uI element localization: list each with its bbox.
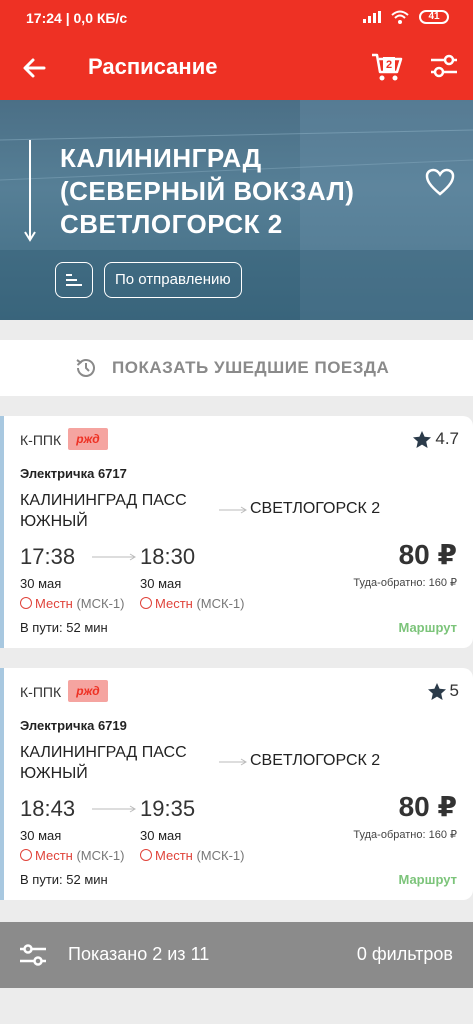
arrival-date: 30 мая [140,828,182,843]
rating-value: 5 [449,681,459,700]
arrival-timezone: Местн (МСК-1) [140,848,244,863]
from-station: КАЛИНИНГРАД ПАСС ЮЖНЫЙ [20,744,187,782]
filter-summary-bar[interactable]: Показано 2 из 11 0 фильтров [0,922,473,988]
filter-settings-icon[interactable] [428,50,460,82]
route-link[interactable]: Маршрут [398,620,457,635]
station-from-line2: (СЕВЕРНЫЙ ВОКЗАЛ) [60,176,355,206]
sort-order-button[interactable] [55,262,93,298]
ticket-price: 80 ₽ [398,791,457,822]
route-link[interactable]: Маршрут [398,872,457,887]
show-departed-button[interactable]: ПОКАЗАТЬ УШЕДШИЕ ПОЕЗДА [0,340,473,396]
departure-timezone: Местн (МСК-1) [20,596,124,611]
wifi-icon [391,10,409,24]
battery-icon: 41 [419,10,449,24]
back-arrow-icon[interactable] [18,52,50,84]
rating: 4.7 [413,429,459,449]
travel-time: В пути: 52 мин [20,872,108,887]
status-time: 17:24 | 0,0 КБ/с [26,10,128,26]
train-card[interactable]: К-ППК ржд 4.7 Электричка 6717 КАЛИНИНГРА… [0,416,473,648]
rating: 5 [427,681,459,701]
ticket-price: 80 ₽ [398,539,457,570]
arrival-time: 18:30 [140,544,196,569]
departure-date: 30 мая [20,576,62,591]
train-name: Электричка 6717 [20,466,127,481]
roundtrip-price: Туда-обратно: 160 ₽ [353,829,457,841]
arrow-right-icon [219,758,247,766]
departure-time: 18:43 [20,796,76,821]
clock-icon [20,597,32,609]
cart-count: 2 [386,59,392,71]
arrival-time: 19:35 [140,796,196,821]
bottom-spacer [0,988,473,1024]
arrow-right-icon [92,805,136,813]
star-icon [427,682,446,700]
from-station: КАЛИНИНГРАД ПАСС ЮЖНЫЙ [20,492,187,530]
to-station: СВЕТЛОГОРСК 2 [250,752,381,769]
station-to: СВЕТЛОГОРСК 2 [60,209,283,239]
direction-arrow-icon [24,140,36,242]
rzd-logo: ржд [68,428,108,450]
departure-time: 17:38 [20,544,76,569]
train-card[interactable]: К-ППК ржд 5 Электричка 6719 КАЛИНИНГРАД … [0,668,473,900]
status-icons: 41 [363,10,449,24]
route-stations: КАЛИНИНГРАД (СЕВЕРНЫЙ ВОКЗАЛ) СВЕТЛОГОРС… [60,142,354,241]
favorite-heart-icon[interactable] [425,168,455,196]
results-count: Показано 2 из 11 [68,944,210,964]
clock-icon [140,849,152,861]
arrow-right-icon [92,553,136,561]
cart-icon[interactable]: 2 [370,50,404,84]
show-departed-label: ПОКАЗАТЬ УШЕДШИЕ ПОЕЗДА [112,358,390,377]
sort-by-departure-button[interactable]: По отправлению [104,262,242,298]
status-bar: 17:24 | 0,0 КБ/с 41 [0,0,473,34]
rzd-logo: ржд [68,680,108,702]
star-icon [413,430,432,448]
rating-value: 4.7 [435,429,459,448]
sort-icon [66,274,82,286]
history-clock-icon [76,359,95,377]
roundtrip-price: Туда-обратно: 160 ₽ [353,577,457,589]
train-name: Электричка 6719 [20,718,127,733]
filter-sliders-icon[interactable] [18,941,48,969]
departure-timezone: Местн (МСК-1) [20,848,124,863]
signal-icon [363,11,381,23]
arrow-right-icon [219,506,247,514]
app-bar: Расписание 2 [0,34,473,100]
clock-icon [20,849,32,861]
travel-time: В пути: 52 мин [20,620,108,635]
station-from-line1: КАЛИНИНГРАД [60,143,262,173]
page-title: Расписание [88,54,218,79]
arrival-date: 30 мая [140,576,182,591]
carrier-name: К-ППК [20,432,62,448]
to-station: СВЕТЛОГОРСК 2 [250,500,381,517]
departure-date: 30 мая [20,828,62,843]
filters-count[interactable]: 0 фильтров [357,944,453,965]
clock-icon [140,597,152,609]
carrier-name: К-ППК [20,684,62,700]
arrival-timezone: Местн (МСК-1) [140,596,244,611]
